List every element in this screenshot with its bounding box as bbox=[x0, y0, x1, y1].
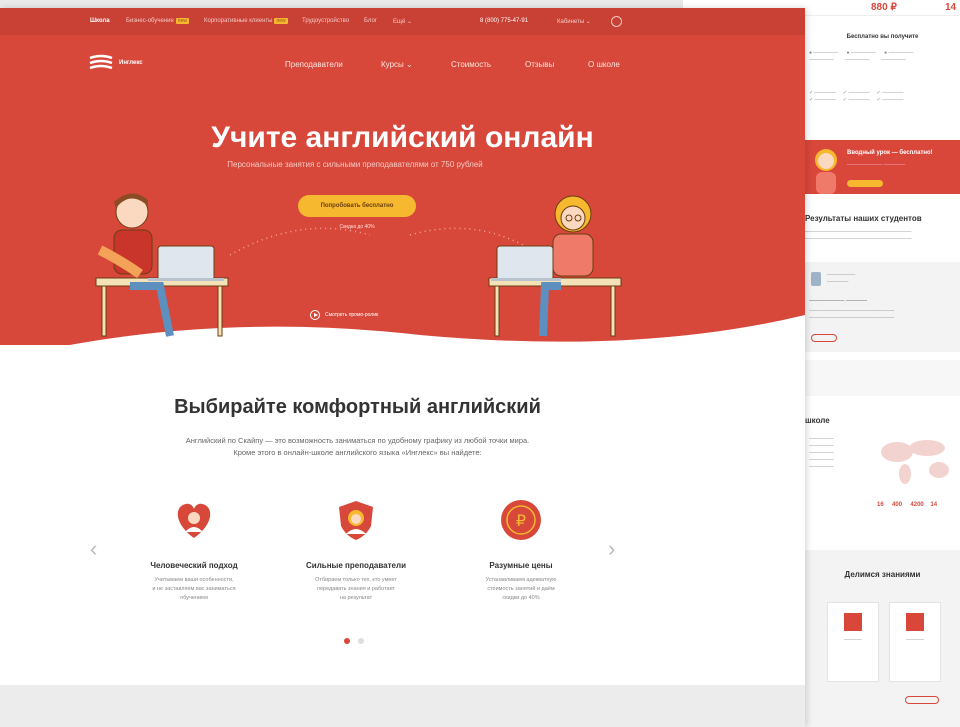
feature-title: Человеческий подход bbox=[150, 561, 238, 570]
girl-illustration-icon bbox=[815, 149, 837, 194]
world-map-icon bbox=[881, 440, 949, 484]
section-title: Выбирайте комфортный английский bbox=[174, 396, 541, 418]
stat-4: 14 bbox=[930, 502, 938, 508]
preview-price: 880 ₽ bbox=[871, 2, 897, 13]
topbar-item[interactable]: Трудоустройство bbox=[302, 18, 349, 24]
section-description: Английский по Скайпу — это возможность з… bbox=[185, 436, 530, 457]
feature-title: Разумные цены bbox=[489, 561, 553, 570]
preview-lesson-button[interactable] bbox=[847, 174, 883, 192]
preview-slider bbox=[805, 360, 960, 396]
preview-share-title: Делимся знаниями bbox=[844, 570, 921, 579]
feature-card: ₽ Разумные цены Устанавливаем адекватную… bbox=[456, 498, 586, 603]
preview-free-lines: ● ─────── ● ─────── ● ─────── ─────── ──… bbox=[809, 50, 914, 103]
topbar-item-more[interactable]: Ещё ⌄ bbox=[393, 18, 412, 25]
stat-3: 4200 bbox=[910, 502, 924, 508]
preview-lesson-band: Вводный урок — бесплатно! ────────── ───… bbox=[805, 140, 960, 194]
topbar-item[interactable]: Бизнес-обучение new bbox=[126, 18, 189, 24]
topbar-item[interactable]: Школа bbox=[90, 18, 110, 24]
heart-person-icon bbox=[177, 503, 211, 538]
main-page: Школа Бизнес-обучение new Корпоративные к… bbox=[0, 8, 805, 727]
topbar-item[interactable]: Корпоративные клиенты new bbox=[204, 18, 288, 24]
play-icon bbox=[310, 310, 320, 320]
preview-school: школе ─────── ─────── ─────── ─────── ──────… bbox=[805, 416, 960, 508]
carousel-dot-active[interactable] bbox=[344, 638, 350, 644]
hero-title: Учите английский онлайн bbox=[211, 121, 594, 154]
preview-card[interactable]: ───── bbox=[889, 602, 941, 682]
discount-note: Скидка до 40% bbox=[339, 224, 375, 230]
teacher-illustration-icon bbox=[488, 195, 622, 337]
account-menu[interactable]: Кабинеты ⌄ bbox=[557, 18, 591, 25]
top-bar: Школа Бизнес-обучение new Корпоративные к… bbox=[0, 8, 805, 35]
feature-title: Сильные преподаватели bbox=[306, 561, 406, 570]
preview-share-section: Делимся знаниями ───── ───── bbox=[805, 550, 960, 727]
carousel-dots bbox=[344, 638, 364, 644]
carousel-next-arrow[interactable]: › bbox=[608, 538, 622, 560]
nav-item-about[interactable]: О школе bbox=[588, 60, 620, 69]
hero-section bbox=[0, 35, 805, 375]
user-icon[interactable] bbox=[611, 16, 622, 27]
feature-desc: Учитываем ваши особенности, и не заставля… bbox=[152, 577, 236, 601]
hero-subtitle: Персональные занятия с сильными преподав… bbox=[227, 160, 483, 169]
preview-free-title: Бесплатно вы получите bbox=[846, 34, 919, 40]
logo-text: Инглекс bbox=[119, 60, 143, 66]
preview-review-card: ──────── ────── ────────── ────── ──────… bbox=[805, 262, 960, 352]
preview-results-title: Результаты наших студентов bbox=[805, 214, 922, 223]
carousel-dot[interactable] bbox=[358, 638, 364, 644]
logo-icon bbox=[89, 54, 113, 70]
preview-school-title: школе bbox=[805, 416, 830, 425]
nav-item-prices[interactable]: Стоимость bbox=[451, 60, 491, 69]
phone-number[interactable]: 8 (800) 775-47-91 bbox=[480, 18, 528, 24]
ruble-icon: ₽ bbox=[501, 500, 541, 540]
feature-card: Человеческий подход Учитываем ваши особе… bbox=[129, 498, 259, 603]
preview-price-2: 14 bbox=[945, 2, 957, 13]
promo-video-label: Смотреть промо-ролик bbox=[325, 312, 379, 318]
next-section-strip bbox=[0, 685, 805, 727]
preview-card[interactable]: ───── bbox=[827, 602, 879, 682]
feature-card: Сильные преподаватели Отбираем только те… bbox=[291, 498, 421, 603]
shield-teacher-icon bbox=[339, 501, 373, 540]
preview-free-block: Бесплатно вы получите bbox=[805, 34, 960, 40]
student-illustration-icon bbox=[95, 193, 229, 337]
nav-item-reviews[interactable]: Отзывы bbox=[525, 60, 554, 69]
preview-results: Результаты наших студентов ─────────────… bbox=[805, 214, 960, 243]
carousel-prev-arrow[interactable]: ‹ bbox=[90, 538, 104, 560]
try-free-button[interactable]: Попробовать бесплатно bbox=[298, 195, 416, 217]
feature-desc: Устанавливаем адекватную стоимость заняти… bbox=[485, 577, 557, 601]
nav-item-teachers[interactable]: Преподаватели bbox=[285, 60, 343, 69]
promo-video-link[interactable]: Смотреть промо-ролик bbox=[310, 310, 378, 320]
stat-1: 16 bbox=[877, 502, 884, 508]
stat-2: 400 bbox=[892, 502, 903, 508]
nav-item-courses[interactable]: Курсы ⌄ bbox=[381, 60, 413, 69]
feature-desc: Отбираем только тех, кто умеет передавать… bbox=[315, 577, 397, 601]
logo[interactable]: Инглекс bbox=[88, 54, 143, 72]
svg-text:₽: ₽ bbox=[516, 511, 526, 530]
preview-lesson-title: Вводный урок — бесплатно! bbox=[847, 150, 933, 156]
topbar-item[interactable]: Блог bbox=[364, 18, 377, 24]
